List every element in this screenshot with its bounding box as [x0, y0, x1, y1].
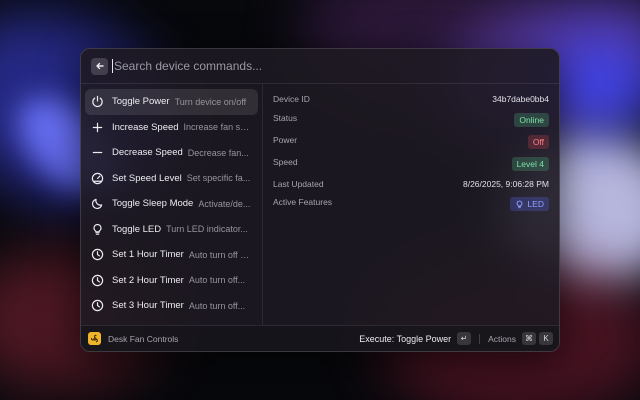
last-updated-value: 8/26/2025, 9:06:28 PM — [462, 179, 549, 189]
clock-icon — [91, 248, 104, 261]
actions-button[interactable]: Actions — [488, 334, 516, 344]
command-subtitle: Turn LED indicator... — [166, 224, 248, 235]
app-name: Desk Fan Controls — [108, 333, 179, 344]
command-subtitle: Auto turn off a... — [188, 249, 252, 260]
fan-app-icon — [88, 332, 101, 345]
back-button[interactable] — [91, 57, 108, 75]
execute-action-button[interactable]: Execute: Toggle Power — [359, 334, 451, 344]
command-increase-speed[interactable]: Increase Speed Increase fan sp... — [85, 115, 258, 141]
command-subtitle: Set specific fa... — [186, 173, 251, 184]
moon-icon — [91, 197, 104, 210]
bulb-icon — [91, 223, 104, 236]
command-subtitle: Turn device on/off — [174, 96, 247, 107]
command-title: Set 1 Hour Timer — [112, 249, 184, 261]
detail-row-last-updated: Last Updated 8/26/2025, 9:06:28 PM — [273, 177, 549, 191]
text-caret — [112, 59, 113, 73]
plus-icon — [91, 121, 104, 134]
detail-row-device-id: Device ID 34b7dabe0bb4 — [273, 92, 549, 106]
command-subtitle: Decrease fan... — [187, 147, 249, 158]
minus-icon — [91, 146, 104, 159]
command-toggle-led[interactable]: Toggle LED Turn LED indicator... — [85, 217, 258, 243]
command-subtitle: Auto turn off... — [188, 275, 246, 286]
footer-bar: Desk Fan Controls Execute: Toggle Power … — [81, 325, 559, 351]
command-title: Set Speed Level — [112, 172, 182, 184]
command-title: Set 3 Hour Timer — [112, 300, 184, 312]
command-set-2-hour-timer[interactable]: Set 2 Hour Timer Auto turn off... — [85, 268, 258, 294]
command-title: Toggle LED — [112, 223, 162, 235]
power-badge: Off — [527, 135, 549, 149]
command-subtitle: Increase fan sp... — [183, 122, 252, 133]
command-subtitle: Activate/de... — [198, 198, 251, 209]
search-bar — [81, 49, 559, 84]
k-key-hint: K — [539, 332, 553, 345]
command-toggle-sleep-mode[interactable]: Toggle Sleep Mode Activate/de... — [85, 191, 258, 217]
cmd-key-hint: ⌘ — [522, 332, 536, 345]
command-title: Toggle Sleep Mode — [112, 198, 194, 210]
power-icon — [91, 95, 104, 108]
arrow-left-icon — [95, 62, 104, 70]
footer-divider — [479, 333, 481, 344]
command-subtitle: Auto turn off... — [188, 300, 246, 311]
command-toggle-power[interactable]: Toggle Power Turn device on/off — [85, 89, 258, 115]
command-title: Toggle Power — [112, 96, 170, 108]
speed-label: Speed — [273, 157, 298, 167]
command-set-1-hour-timer[interactable]: Set 1 Hour Timer Auto turn off a... — [85, 242, 258, 268]
detail-row-status: Status Online — [273, 111, 549, 127]
detail-panel: Device ID 34b7dabe0bb4 Status Online Pow… — [263, 84, 559, 325]
command-title: Set 2 Hour Timer — [112, 274, 184, 286]
command-list: Toggle Power Turn device on/off Increase… — [81, 84, 263, 325]
power-label: Power — [273, 135, 298, 145]
detail-row-power: Power Off — [273, 133, 549, 149]
detail-row-speed: Speed Level 4 — [273, 155, 549, 171]
led-feature-label: LED — [527, 199, 544, 209]
device-id-label: Device ID — [273, 94, 310, 104]
command-title: Decrease Speed — [112, 147, 183, 159]
status-badge: Online — [514, 113, 549, 127]
bulb-icon — [517, 200, 523, 208]
search-input[interactable] — [114, 59, 549, 73]
active-features-label: Active Features — [273, 197, 333, 207]
detail-row-active-features: Active Features LED — [273, 195, 549, 211]
led-feature-badge: LED — [510, 197, 549, 211]
enter-key-hint: ↵ — [457, 332, 472, 345]
command-set-3-hour-timer[interactable]: Set 3 Hour Timer Auto turn off... — [85, 293, 258, 319]
device-id-value: 34b7dabe0bb4 — [492, 94, 549, 104]
speed-badge: Level 4 — [511, 157, 549, 171]
last-updated-label: Last Updated — [273, 179, 324, 189]
command-decrease-speed[interactable]: Decrease Speed Decrease fan... — [85, 140, 258, 166]
command-palette: Toggle Power Turn device on/off Increase… — [80, 48, 560, 352]
command-set-speed-level[interactable]: Set Speed Level Set specific fa... — [85, 166, 258, 192]
status-label: Status — [273, 113, 298, 123]
clock-icon — [91, 299, 104, 312]
gauge-icon — [91, 172, 104, 185]
command-title: Increase Speed — [112, 121, 179, 133]
clock-icon — [91, 274, 104, 287]
